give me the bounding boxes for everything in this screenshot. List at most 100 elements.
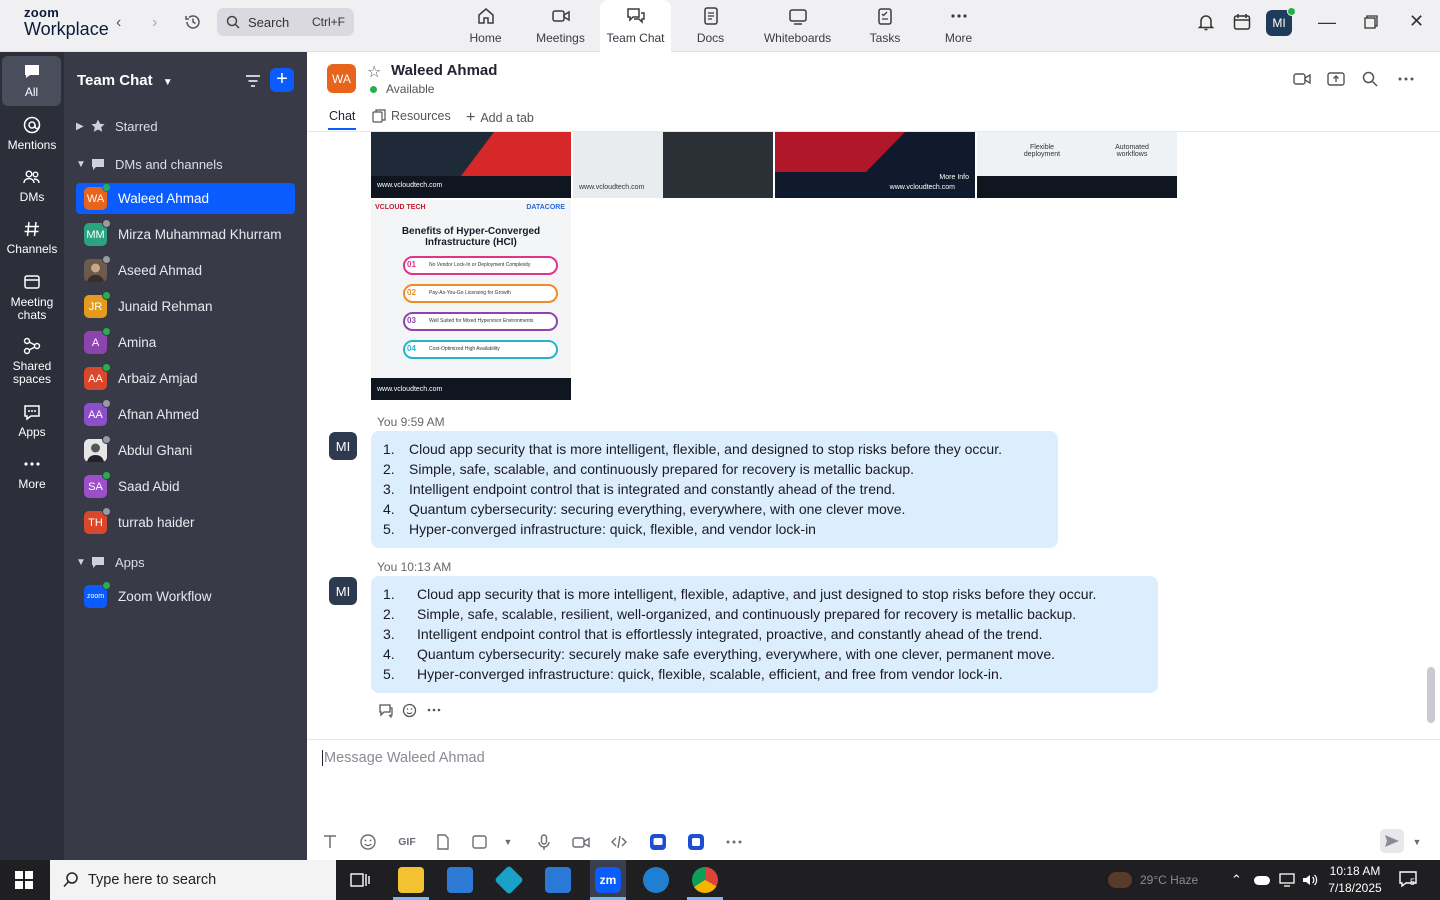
file-explorer-icon[interactable] (398, 867, 424, 893)
add-tab-button[interactable]: + Add a tab (466, 109, 534, 127)
rail-meeting-chats[interactable]: Meeting chats (0, 272, 64, 322)
tab-home[interactable]: Home (450, 0, 521, 52)
rail-apps[interactable]: Apps (0, 402, 64, 439)
rail-all[interactable]: All (2, 56, 61, 106)
tab-chat[interactable]: Chat (327, 109, 357, 130)
bell-icon[interactable] (1196, 12, 1216, 32)
rail-dms[interactable]: DMs (0, 167, 64, 204)
more-options-icon[interactable] (1397, 70, 1415, 88)
notifications-button[interactable]: 5 (1398, 870, 1420, 890)
search-box[interactable]: Search Ctrl+F (217, 8, 354, 36)
search-shortcut: Ctrl+F (312, 15, 345, 29)
contact-junaid-rehman[interactable]: JR Junaid Rehman (76, 291, 295, 322)
close-icon[interactable]: ✕ (1409, 11, 1424, 32)
microsoft-store-icon[interactable] (447, 867, 473, 893)
contact-aseed-ahmad[interactable]: Aseed Ahmad (76, 255, 295, 286)
network-icon[interactable] (1278, 872, 1296, 888)
chevron-up-icon[interactable]: ⌃ (1231, 860, 1242, 900)
more-dots-icon (950, 14, 967, 18)
onedrive-icon[interactable] (1254, 860, 1270, 900)
section-apps[interactable]: ▼ Apps (76, 554, 145, 570)
gif-button[interactable]: GIF (396, 833, 418, 851)
shared-image[interactable]: www.vcloudtech.com (371, 132, 571, 198)
clock[interactable]: 10:18 AM 7/18/2025 (1326, 863, 1384, 897)
windows-start-icon[interactable] (15, 871, 33, 889)
video-call-icon[interactable] (1293, 70, 1311, 88)
tab-tasks[interactable]: Tasks (845, 0, 925, 52)
video-message-icon[interactable] (572, 833, 590, 851)
panel-title[interactable]: Team Chat ▼ (77, 72, 173, 89)
volume-icon[interactable] (1301, 872, 1319, 888)
message-bubble[interactable]: 1. Cloud app security that is more intell… (371, 431, 1058, 548)
sender-avatar[interactable]: MI (329, 577, 357, 605)
history-icon[interactable] (184, 13, 202, 31)
contact-arbaiz-amjad[interactable]: AA Arbaiz Amjad (76, 363, 295, 394)
section-starred[interactable]: ▶ Starred (76, 118, 158, 134)
star-icon[interactable]: ☆ (367, 62, 381, 82)
user-avatar[interactable]: MI (1266, 7, 1296, 36)
back-arrow-icon[interactable]: ‹ (116, 14, 121, 32)
screenshot-icon[interactable] (471, 833, 489, 851)
text-format-icon[interactable] (321, 833, 339, 851)
more-options-icon[interactable] (426, 702, 442, 718)
contact-afnan-ahmed[interactable]: AA Afnan Ahmed (76, 399, 295, 430)
microphone-icon[interactable] (535, 833, 553, 851)
search-icon[interactable] (1361, 70, 1379, 88)
tab-more[interactable]: More (925, 0, 992, 52)
weather-widget[interactable]: 29°C Haze (1108, 860, 1198, 900)
rail-mentions[interactable]: Mentions (0, 115, 64, 152)
contact-avatar[interactable]: WA (327, 64, 356, 93)
chat-scrollbar[interactable] (1427, 667, 1435, 723)
contact-amina[interactable]: A Amina (76, 327, 295, 358)
reply-icon[interactable] (378, 702, 394, 718)
chrome-browser-icon[interactable] (692, 867, 718, 893)
rail-more[interactable]: More (0, 454, 64, 491)
minimize-icon[interactable]: — (1318, 12, 1336, 33)
app-icon[interactable] (649, 833, 667, 851)
app-icon[interactable] (687, 833, 705, 851)
share-screen-icon[interactable] (1327, 70, 1345, 88)
rail-channels[interactable]: Channels (0, 219, 64, 256)
send-button[interactable] (1380, 829, 1404, 853)
shared-image[interactable]: Flexible deployment Automated workflows (977, 132, 1177, 198)
tab-resources[interactable]: Resources (372, 109, 451, 123)
message-input[interactable]: Message Waleed Ahmad (322, 750, 485, 766)
app-zoom-workflow[interactable]: zoom Zoom Workflow (76, 581, 295, 612)
contact-mirza-muhammad-khurram[interactable]: MM Mirza Muhammad Khurram (76, 219, 295, 250)
shared-image[interactable]: www.vcloudtech.com (573, 132, 773, 198)
add-reaction-icon[interactable] (402, 702, 418, 718)
tab-team-chat[interactable]: Team Chat (600, 0, 671, 52)
hci-infographic-image[interactable]: VCLOUD TECH DATACORE Benefits of Hyper-C… (371, 200, 571, 400)
filter-icon[interactable] (244, 72, 262, 90)
tab-whiteboards[interactable]: Whiteboards (750, 0, 845, 52)
new-chat-button[interactable]: + (270, 68, 294, 92)
tab-docs[interactable]: Docs (671, 0, 750, 52)
restore-window-icon[interactable] (1364, 15, 1378, 29)
rail-shared-spaces[interactable]: Shared spaces (0, 336, 64, 386)
edge-browser-icon[interactable] (643, 867, 669, 893)
contact-waleed-ahmad[interactable]: WA Waleed Ahmad (76, 183, 295, 214)
taskbar-search[interactable]: Type here to search (50, 860, 336, 900)
message-bubble[interactable]: 1. Cloud app security that is more intell… (371, 576, 1158, 693)
shared-image[interactable]: More Info www.vcloudtech.com (775, 132, 975, 198)
chat-contact-name[interactable]: Waleed Ahmad (391, 62, 497, 79)
forward-arrow-icon[interactable]: › (152, 14, 157, 32)
chevron-down-icon[interactable]: ▼ (1408, 833, 1426, 851)
tab-meetings[interactable]: Meetings (521, 0, 600, 52)
section-dms-channels[interactable]: ▼ DMs and channels (76, 156, 223, 172)
code-snippet-icon[interactable] (610, 833, 628, 851)
app-icon[interactable] (494, 865, 524, 895)
sender-avatar[interactable]: MI (329, 432, 357, 460)
mail-icon[interactable] (545, 867, 571, 893)
avatar: SA (84, 471, 111, 498)
chevron-down-icon[interactable]: ▼ (499, 833, 517, 851)
more-dots-icon[interactable] (725, 833, 743, 851)
zoom-taskbar-button[interactable]: zm (590, 860, 626, 900)
task-view-icon[interactable] (350, 871, 370, 889)
file-icon[interactable] (434, 833, 452, 851)
emoji-icon[interactable] (359, 833, 377, 851)
contact-abdul-ghani[interactable]: Abdul Ghani (76, 435, 295, 466)
calendar-icon[interactable] (1232, 12, 1252, 32)
contact-saad-abid[interactable]: SA Saad Abid (76, 471, 295, 502)
contact-turrab-haider[interactable]: TH turrab haider (76, 507, 295, 538)
